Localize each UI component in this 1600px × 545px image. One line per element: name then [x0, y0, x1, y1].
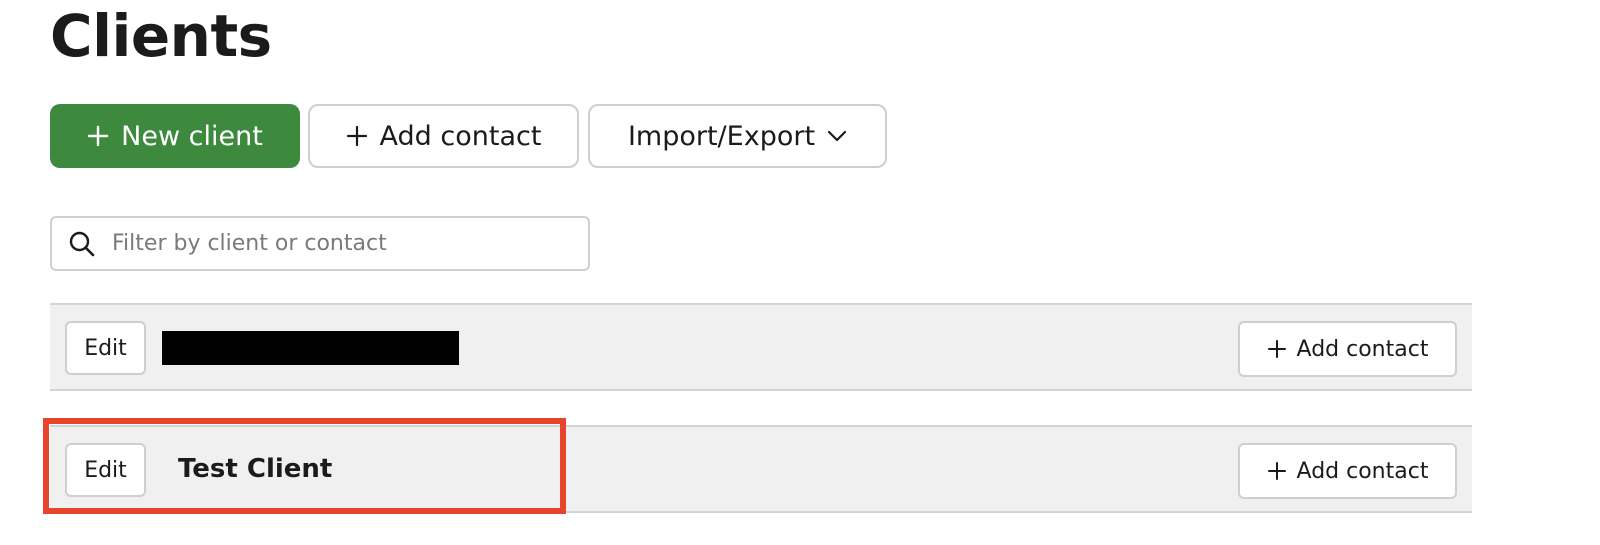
import-export-dropdown[interactable]: Import/Export [588, 104, 887, 168]
plus-icon [1267, 339, 1287, 359]
clients-page: Clients New client Add contact Import/Ex… [0, 0, 1600, 545]
edit-client-button[interactable]: Edit [65, 443, 146, 497]
client-name[interactable]: Test Client [178, 451, 332, 487]
import-export-label: Import/Export [627, 120, 816, 152]
row-add-contact-label: Add contact [1296, 458, 1429, 484]
search-icon [68, 230, 96, 258]
row-add-contact-button[interactable]: Add contact [1238, 443, 1457, 499]
new-client-button[interactable]: New client [50, 104, 300, 168]
plus-icon [87, 125, 109, 147]
plus-icon [346, 125, 368, 147]
add-contact-label: Add contact [379, 120, 542, 152]
row-add-contact-label: Add contact [1296, 336, 1429, 362]
add-contact-button[interactable]: Add contact [308, 104, 579, 168]
page-title: Clients [50, 2, 272, 70]
chevron-down-icon [827, 129, 847, 143]
edit-client-button[interactable]: Edit [65, 321, 146, 375]
search-input[interactable] [112, 231, 552, 256]
client-row: Edit Test Client Add contact [50, 425, 1472, 513]
new-client-label: New client [121, 120, 263, 152]
plus-icon [1267, 461, 1287, 481]
redacted-client-name [162, 331, 459, 365]
client-row: Edit Add contact [50, 303, 1472, 391]
row-add-contact-button[interactable]: Add contact [1238, 321, 1457, 377]
search-box [50, 216, 590, 271]
